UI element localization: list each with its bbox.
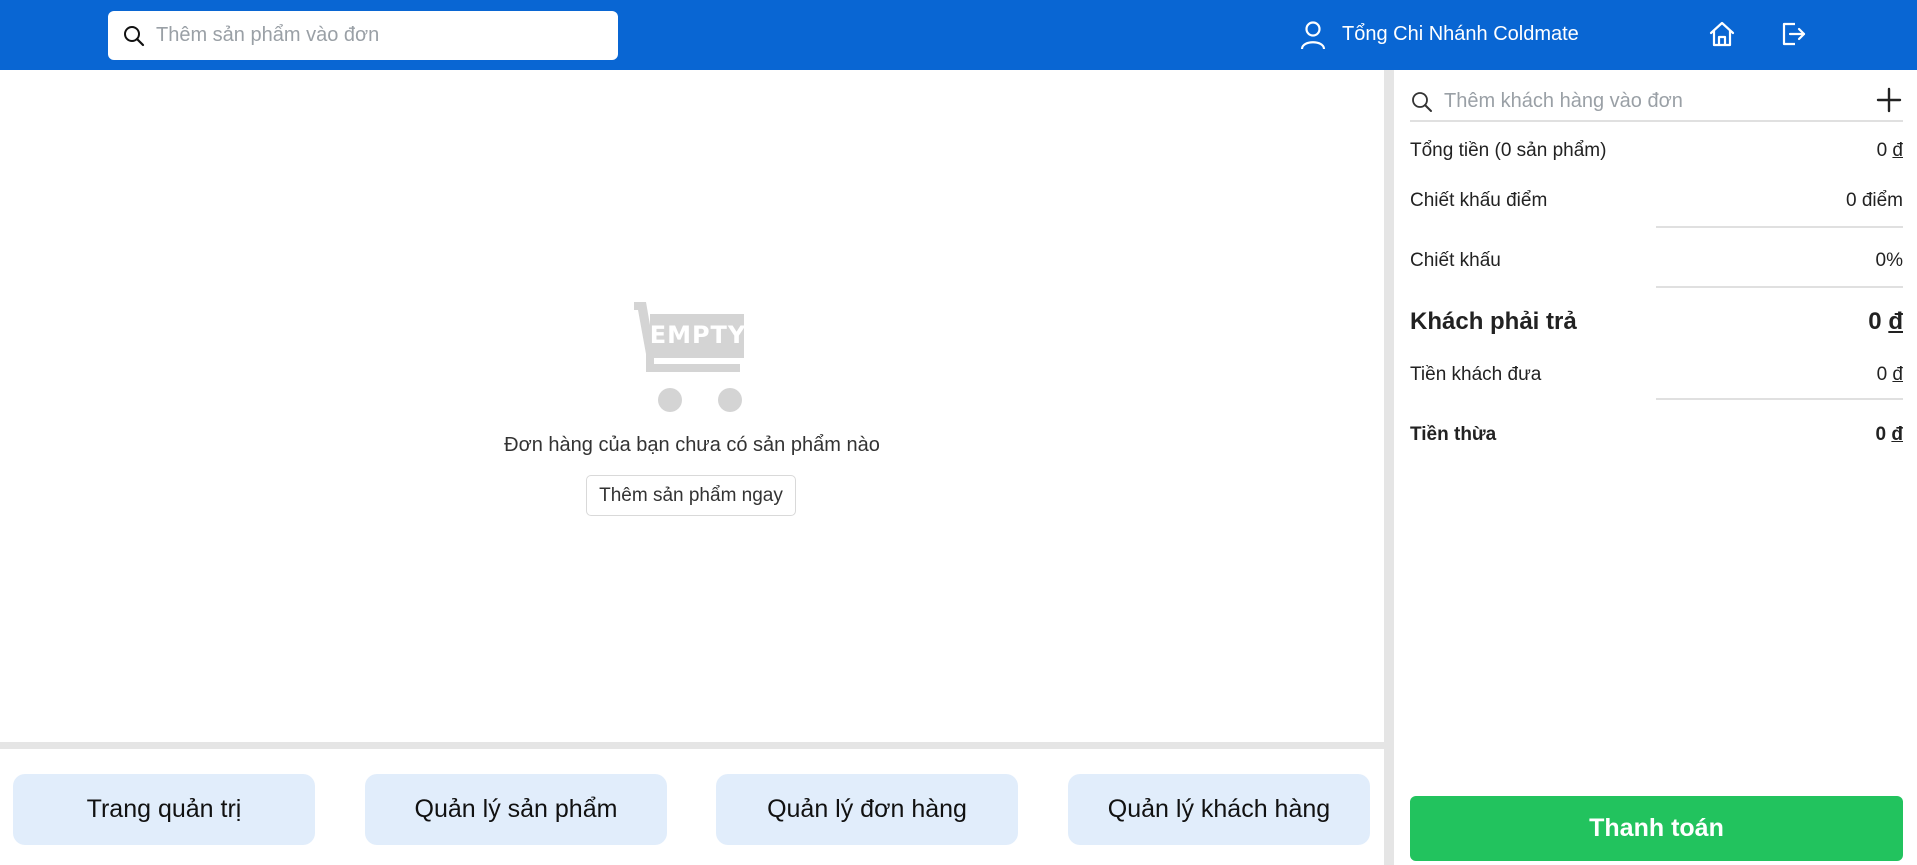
change-row: Tiền thừa 0 đ bbox=[1410, 424, 1903, 450]
currency-symbol: đ bbox=[1892, 140, 1903, 161]
customer-pays-row: Khách phải trả 0 đ bbox=[1410, 308, 1903, 342]
customer-gives-value: 0 bbox=[1876, 364, 1888, 385]
empty-cart-message: Đơn hàng của bạn chưa có sản phẩm nào bbox=[504, 434, 880, 456]
search-icon bbox=[1412, 92, 1432, 112]
panel-divider bbox=[1384, 70, 1394, 865]
currency-symbol: đ bbox=[1891, 424, 1903, 445]
empty-cart-icon: EMPTY bbox=[634, 302, 747, 412]
points-discount-label: Chiết khấu điểm bbox=[1410, 190, 1548, 211]
discount-value[interactable]: 0% bbox=[1876, 250, 1903, 272]
add-customer-icon[interactable] bbox=[1875, 86, 1903, 114]
home-icon[interactable] bbox=[1707, 19, 1737, 49]
currency-symbol: đ bbox=[1888, 308, 1903, 335]
currency-symbol: đ bbox=[1892, 364, 1903, 385]
total-row: Tổng tiền (0 sản phẩm) 0 đ bbox=[1410, 140, 1903, 166]
customer-pays-value: 0 bbox=[1868, 308, 1882, 335]
nav-products-button[interactable]: Quản lý sản phẩm bbox=[365, 774, 667, 845]
pay-button[interactable]: Thanh toán bbox=[1410, 796, 1903, 861]
discount-underline bbox=[1656, 286, 1903, 288]
customer-pays-label: Khách phải trả bbox=[1410, 308, 1577, 335]
customer-search-input[interactable] bbox=[1442, 80, 1866, 122]
user-icon bbox=[1300, 21, 1326, 50]
order-summary-panel: Tổng tiền (0 sản phẩm) 0 đ Chiết khấu đi… bbox=[1394, 70, 1917, 865]
bottom-nav: Trang quản trị Quản lý sản phẩm Quản lý … bbox=[0, 749, 1384, 865]
empty-label: EMPTY bbox=[650, 321, 747, 349]
change-value: 0 bbox=[1875, 424, 1887, 445]
bottom-divider bbox=[0, 742, 1384, 749]
customer-search[interactable] bbox=[1410, 80, 1903, 122]
total-label: Tổng tiền (0 sản phẩm) bbox=[1410, 140, 1607, 161]
customer-gives-underline bbox=[1656, 398, 1903, 400]
nav-customers-button[interactable]: Quản lý khách hàng bbox=[1068, 774, 1370, 845]
add-product-now-button[interactable]: Thêm sản phẩm ngay bbox=[586, 475, 796, 516]
customer-gives-label: Tiền khách đưa bbox=[1410, 364, 1542, 385]
points-discount-value[interactable]: 0 điểm bbox=[1846, 190, 1903, 212]
search-icon bbox=[124, 26, 145, 47]
discount-row: Chiết khấu 0% bbox=[1410, 250, 1903, 296]
top-header: Tổng Chi Nhánh Coldmate bbox=[0, 0, 1917, 70]
product-search-input[interactable] bbox=[148, 11, 616, 60]
points-discount-row: Chiết khấu điểm 0 điểm bbox=[1410, 190, 1903, 236]
branch-name: Tổng Chi Nhánh Coldmate bbox=[1342, 23, 1579, 45]
change-label: Tiền thừa bbox=[1410, 424, 1497, 445]
cart-area: EMPTY Đơn hàng của bạn chưa có sản phẩm … bbox=[0, 70, 1384, 742]
logout-icon[interactable] bbox=[1778, 19, 1808, 49]
discount-label: Chiết khấu bbox=[1410, 250, 1501, 271]
total-value: 0 bbox=[1876, 140, 1888, 161]
product-search[interactable] bbox=[108, 11, 618, 60]
nav-orders-button[interactable]: Quản lý đơn hàng bbox=[716, 774, 1018, 845]
points-discount-underline bbox=[1656, 226, 1903, 228]
customer-gives-row: Tiền khách đưa 0 đ bbox=[1410, 364, 1903, 410]
nav-admin-button[interactable]: Trang quản trị bbox=[13, 774, 315, 845]
